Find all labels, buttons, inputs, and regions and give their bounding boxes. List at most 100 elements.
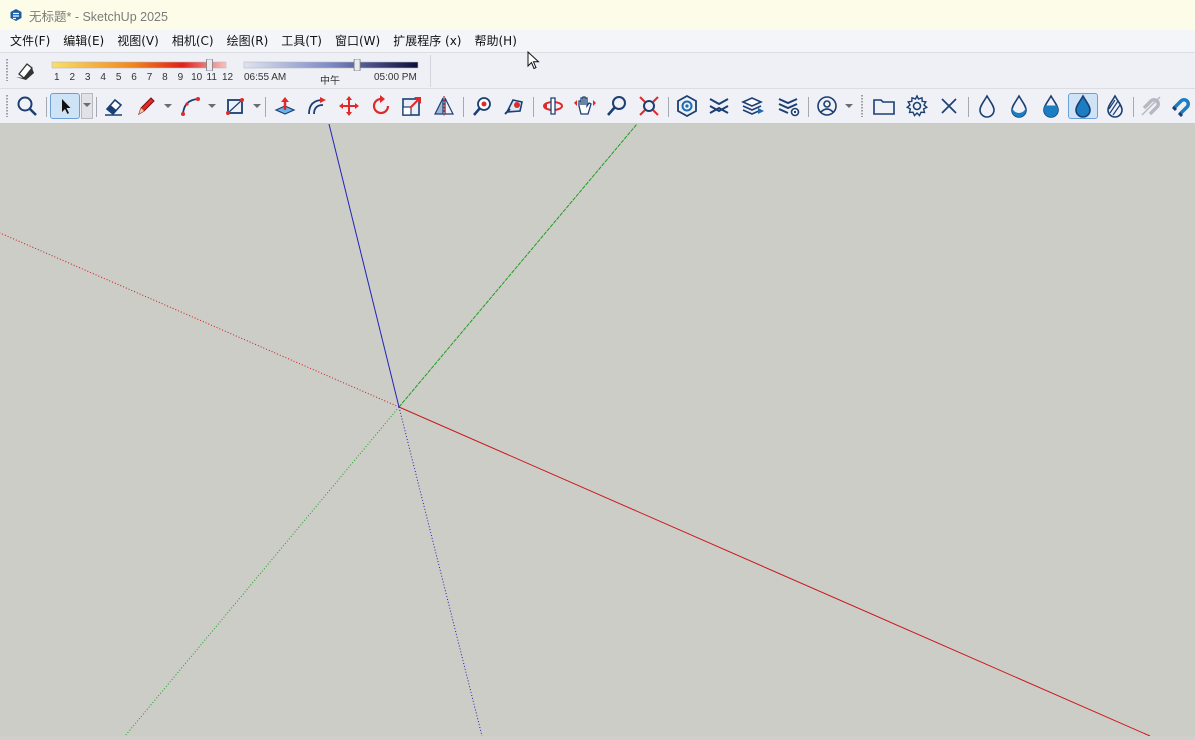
rectangle-dropdown[interactable]	[253, 104, 261, 108]
offset-button[interactable]	[304, 93, 330, 119]
folder-button[interactable]	[871, 93, 897, 119]
settings-button[interactable]	[904, 93, 930, 119]
component-options-icon	[677, 94, 697, 118]
menu-extensions[interactable]: 扩展程序 (x)	[386, 30, 467, 52]
zoom-window-icon	[639, 96, 659, 116]
time-slider-thumb	[353, 59, 361, 71]
drop-half-icon	[1011, 94, 1027, 118]
move-icon	[339, 96, 359, 116]
pan-button[interactable]	[572, 93, 598, 119]
blue-axis-positive	[328, 123, 400, 408]
section-plane-button[interactable]	[706, 93, 732, 119]
month-slider[interactable]	[50, 59, 230, 71]
month-tick-label: 10	[191, 72, 203, 83]
flip-icon	[434, 96, 454, 116]
sketchup-logo-icon	[10, 9, 22, 21]
month-tick-label: 9	[177, 72, 184, 83]
rotate-button[interactable]	[368, 93, 394, 119]
scale-button[interactable]	[399, 93, 425, 119]
zoom-extents-button[interactable]	[14, 93, 40, 119]
arc-dropdown[interactable]	[208, 104, 216, 108]
orbit-button[interactable]	[540, 93, 566, 119]
axes-canvas	[0, 123, 1151, 737]
shadows-toolbar: 1 2 3 4 5 6 7 8 9 10 11 12 06:55 AM 中午 05:00 PM	[0, 52, 1195, 88]
month-tick-label: 6	[131, 72, 137, 83]
shadow-settings: 1 2 3 4 5 6 7 8 9 10 11 12 06:55 AM 中午 05:00 PM	[4, 55, 431, 87]
select-icon	[62, 99, 71, 114]
close-icon	[941, 98, 957, 114]
month-tick-label: 8	[162, 72, 168, 83]
paint-bucket-button[interactable]	[470, 93, 496, 119]
tag-button[interactable]	[501, 93, 527, 119]
folder-icon	[873, 99, 895, 115]
tag-icon	[504, 99, 523, 115]
menu-camera[interactable]: 相机(C)	[165, 30, 220, 52]
pan-icon	[574, 96, 596, 115]
mouse-cursor-icon	[527, 51, 540, 70]
menu-bar: 文件(F) 编辑(E) 视图(V) 相机(C) 绘图(R) 工具(T) 窗口(W…	[0, 30, 1195, 52]
arc-button[interactable]	[177, 93, 203, 119]
menu-file[interactable]: 文件(F)	[0, 30, 56, 52]
zoom-button[interactable]	[604, 93, 630, 119]
select-button[interactable]	[50, 93, 80, 119]
pencil-dropdown[interactable]	[164, 104, 172, 108]
pencil-button[interactable]	[133, 93, 159, 119]
layers-export-icon	[741, 97, 764, 115]
menu-tools[interactable]: 工具(T)	[274, 30, 328, 52]
menu-draw[interactable]: 绘图(R)	[220, 30, 275, 52]
layers-settings-icon	[778, 98, 800, 117]
drop-half-button[interactable]	[1006, 93, 1032, 119]
menu-view[interactable]: 视图(V)	[110, 30, 165, 52]
move-button[interactable]	[336, 93, 362, 119]
green-axis-positive	[398, 123, 638, 408]
select-dropdown[interactable]	[81, 93, 93, 119]
account-icon	[817, 96, 837, 116]
menu-window[interactable]: 窗口(W)	[328, 30, 386, 52]
menu-help[interactable]: 帮助(H)	[467, 30, 522, 52]
zoom-window-button[interactable]	[636, 93, 662, 119]
main-toolbar	[0, 88, 1195, 124]
layers-export-button[interactable]	[740, 93, 766, 119]
shadow-icon	[16, 63, 34, 80]
layers-settings-button[interactable]	[776, 93, 802, 119]
month-tick-label: 12	[222, 72, 234, 83]
rectangle-button[interactable]	[222, 93, 248, 119]
push-pull-button[interactable]	[272, 93, 298, 119]
toolbar-grip[interactable]	[6, 95, 8, 117]
window-title: 无标题* - SketchUp 2025	[29, 9, 168, 24]
paint-bucket-icon	[473, 97, 491, 116]
month-tick-label: 2	[69, 72, 76, 83]
rotate-icon	[372, 95, 390, 115]
flip-button[interactable]	[431, 93, 457, 119]
toolbar-grip[interactable]	[861, 95, 863, 117]
drop-empty-button[interactable]	[974, 93, 1000, 119]
zoom-extents-icon	[17, 96, 37, 116]
drop-third-button[interactable]	[1038, 93, 1064, 119]
modeling-viewport[interactable]	[0, 123, 1195, 737]
magnet-off-icon	[1141, 96, 1161, 116]
month-tick-label: 7	[146, 72, 153, 83]
menu-edit[interactable]: 编辑(E)	[56, 30, 110, 52]
pencil-icon	[138, 97, 155, 116]
month-tick-label: 3	[84, 72, 91, 83]
rectangle-icon	[226, 98, 244, 115]
component-options-button[interactable]	[674, 93, 700, 119]
red-axis-negative	[0, 232, 400, 408]
close-button[interactable]	[936, 93, 962, 119]
drop-full-button[interactable]	[1068, 93, 1098, 119]
scale-icon	[402, 97, 421, 116]
drop-full-icon	[1075, 94, 1091, 118]
shadows-toggle-button[interactable]	[12, 57, 38, 83]
account-button[interactable]	[814, 93, 840, 119]
offset-icon	[308, 97, 326, 115]
account-dropdown[interactable]	[845, 104, 853, 108]
eraser-button[interactable]	[101, 93, 127, 119]
drop-striped-icon	[1107, 94, 1123, 118]
time-slider[interactable]	[242, 59, 422, 71]
orbit-icon	[543, 97, 563, 115]
magnet-off-button[interactable]	[1138, 93, 1164, 119]
red-axis-positive	[398, 406, 1151, 737]
drop-striped-button[interactable]	[1102, 93, 1128, 119]
month-tick-label: 4	[100, 72, 106, 83]
magnet-button[interactable]	[1168, 93, 1194, 119]
